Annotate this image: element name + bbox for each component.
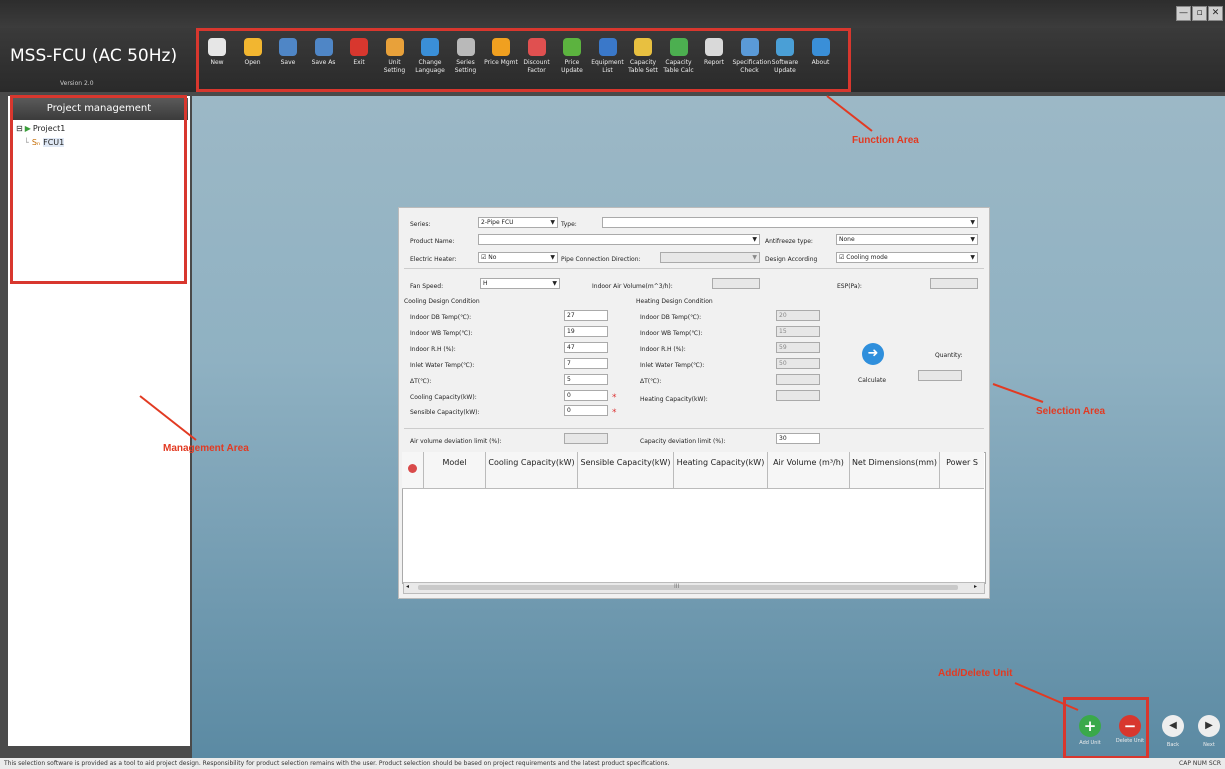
cooling-wb-label: Indoor WB Temp(℃): (410, 330, 473, 337)
pipe-direction-label: Pipe Connection Direction: (561, 256, 641, 263)
design-select[interactable]: ☑ Cooling mode (836, 252, 978, 263)
next-label[interactable]: Next (1194, 742, 1224, 748)
cooling-rh-input[interactable]: 47 (564, 342, 608, 353)
type-select[interactable] (602, 217, 978, 228)
scroll-left-icon[interactable]: ◂ (406, 583, 409, 590)
col-cooling-capacity[interactable]: Cooling Capacity(kW) (486, 452, 578, 488)
esp-label: ESP(Pa): (837, 283, 862, 290)
col-heating-capacity[interactable]: Heating Capacity(kW) (674, 452, 768, 488)
quantity-field[interactable] (918, 370, 962, 381)
product-label: Product Name: (410, 238, 455, 245)
scroll-right-icon[interactable]: ▸ (974, 583, 977, 590)
fan-speed-select[interactable]: H (480, 278, 560, 289)
keyboard-indicators: CAP NUM SCR (1179, 760, 1221, 767)
heating-wb-label: Indoor WB Temp(℃): (640, 330, 703, 337)
heating-db-label: Indoor DB Temp(℃): (640, 314, 702, 321)
heating-rh-label: Indoor R.H (%): (640, 346, 686, 353)
air-deviation-field[interactable] (564, 433, 608, 444)
esp-field[interactable] (930, 278, 978, 289)
antifreeze-select[interactable]: None (836, 234, 978, 245)
status-bar: This selection software is provided as a… (0, 758, 1225, 769)
cooling-capacity-input[interactable]: 0 (564, 390, 608, 401)
heating-inlet-label: Inlet Water Temp(℃): (640, 362, 705, 369)
heating-dt-label: ΔT(℃): (640, 378, 662, 385)
heating-rh-input[interactable]: 59 (776, 342, 820, 353)
sensible-capacity-label: Sensible Capacity(kW): (410, 409, 480, 416)
heater-select[interactable]: ☑ No (478, 252, 558, 263)
heater-label: Electric Heater: (410, 256, 457, 263)
scroll-grip: III (674, 583, 680, 590)
air-volume-field[interactable] (712, 278, 760, 289)
calculate-arrow-icon[interactable]: ➜ (862, 343, 884, 365)
heating-db-input[interactable]: 20 (776, 310, 820, 321)
heating-capacity-input[interactable] (776, 390, 820, 401)
back-icon[interactable]: ◀ (1162, 715, 1184, 737)
required-star: * (612, 393, 617, 403)
cooling-dt-label: ΔT(℃): (410, 378, 432, 385)
col-air-volume[interactable]: Air Volume (m³/h) (768, 452, 850, 488)
heating-title: Heating Design Condition (636, 298, 713, 305)
series-label: Series: (410, 221, 431, 228)
fan-speed-label: Fan Speed: (410, 283, 444, 290)
cooling-db-input[interactable]: 27 (564, 310, 608, 321)
required-star: * (612, 408, 617, 418)
cooling-db-label: Indoor DB Temp(℃): (410, 314, 472, 321)
heating-inlet-input[interactable]: 50 (776, 358, 820, 369)
scroll-thumb[interactable] (418, 585, 958, 590)
air-volume-label: Indoor Air Volume(m^3/h): (592, 283, 673, 290)
sensible-capacity-input[interactable]: 0 (564, 405, 608, 416)
divider (404, 428, 984, 429)
antifreeze-label: Antifreeze type: (765, 238, 813, 245)
divider (404, 268, 984, 269)
series-select[interactable]: 2-Pipe FCU (478, 217, 558, 228)
cooling-inlet-input[interactable]: 7 (564, 358, 608, 369)
col-power[interactable]: Power S (940, 452, 984, 488)
col-sensible-capacity[interactable]: Sensible Capacity(kW) (578, 452, 674, 488)
add-delete-highlight (1063, 697, 1149, 759)
capacity-deviation-label: Capacity deviation limit (%): (640, 438, 726, 445)
pipe-direction-select[interactable] (660, 252, 760, 263)
col-net-dimensions[interactable]: Net Dimensions(mm) (850, 452, 940, 488)
cooling-title: Cooling Design Condition (404, 298, 480, 305)
back-label[interactable]: Back (1158, 742, 1188, 748)
header-status-cell (402, 452, 424, 488)
product-select[interactable] (478, 234, 760, 245)
calculate-button-label[interactable]: Calculate (858, 377, 886, 384)
status-dot-icon (408, 464, 417, 473)
cooling-rh-label: Indoor R.H (%): (410, 346, 456, 353)
cooling-capacity-label: Cooling Capacity(kW): (410, 394, 477, 401)
capacity-deviation-field[interactable]: 30 (776, 433, 820, 444)
heating-capacity-label: Heating Capacity(kW): (640, 396, 708, 403)
quantity-label: Quantity: (935, 352, 963, 359)
cooling-wb-input[interactable]: 19 (564, 326, 608, 337)
cooling-dt-input[interactable]: 5 (564, 374, 608, 385)
cooling-inlet-label: Inlet Water Temp(℃): (410, 362, 475, 369)
disclaimer-text: This selection software is provided as a… (4, 760, 670, 767)
col-model[interactable]: Model (424, 452, 486, 488)
heating-wb-input[interactable]: 15 (776, 326, 820, 337)
horizontal-scrollbar[interactable]: ◂ III ▸ (403, 582, 985, 594)
heating-dt-input[interactable] (776, 374, 820, 385)
type-label: Type: (561, 221, 577, 228)
air-deviation-label: Air volume deviation limit (%): (410, 438, 502, 445)
design-label: Design According (765, 256, 818, 263)
next-icon[interactable]: ▶ (1198, 715, 1220, 737)
